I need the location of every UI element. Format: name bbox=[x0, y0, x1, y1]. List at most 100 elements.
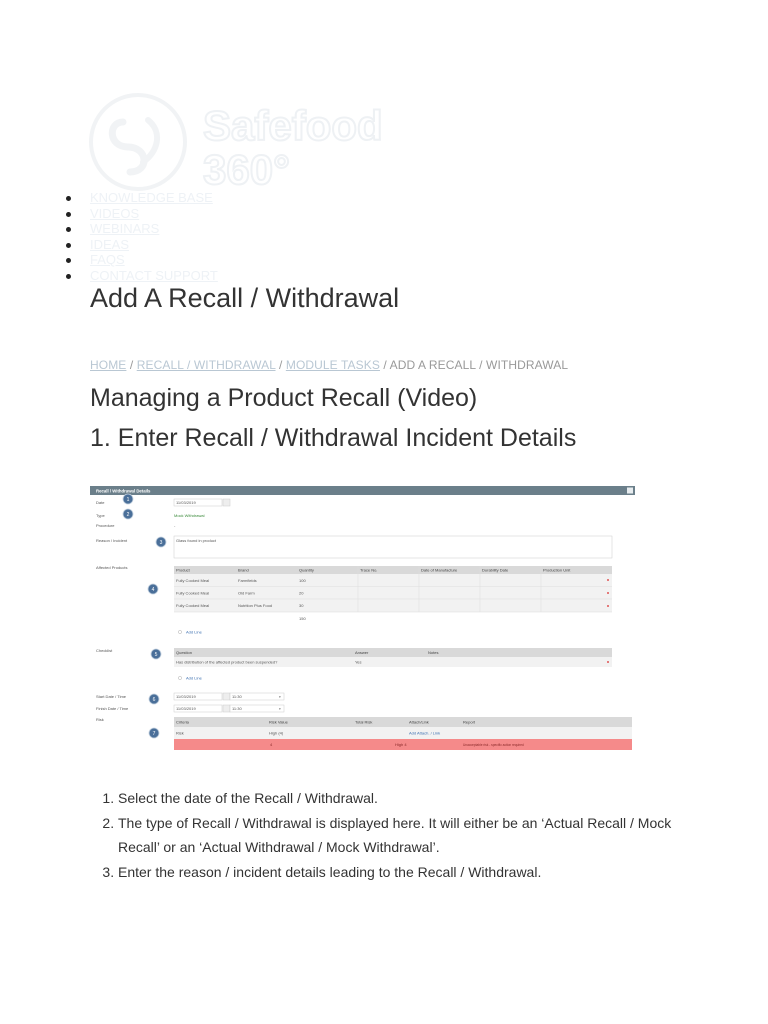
checklist-col-question: Question bbox=[176, 650, 192, 655]
risk-row bbox=[174, 727, 632, 739]
products-add-line[interactable]: Add Line bbox=[186, 630, 203, 635]
marker-2-label: 2 bbox=[127, 512, 130, 518]
checklist-question: Has distribution of the affected product… bbox=[176, 660, 278, 665]
risk-criteria: Risk bbox=[176, 731, 184, 736]
breadcrumb-separator: / bbox=[126, 358, 137, 372]
logo-line2: 360° bbox=[203, 146, 290, 193]
form-header-bar bbox=[90, 486, 635, 495]
nav-link-ideas[interactable]: IDEAS bbox=[90, 237, 129, 252]
checklist-col-notes: Notes bbox=[428, 650, 438, 655]
nav-item: WEBINARS bbox=[60, 221, 218, 237]
list-item: Select the date of the Recall / Withdraw… bbox=[118, 786, 698, 810]
add-line-icon[interactable] bbox=[178, 630, 182, 634]
risk-total-report: Unacceptable risk - specific action requ… bbox=[463, 743, 524, 747]
delete-row-icon[interactable] bbox=[607, 661, 609, 663]
calendar-icon[interactable] bbox=[222, 704, 231, 713]
breadcrumb: HOME / RECALL / WITHDRAWAL / MODULE TASK… bbox=[90, 358, 568, 372]
nav-link-webinars[interactable]: WEBINARS bbox=[90, 221, 159, 236]
safefood-logo-mark: Safefood 360° bbox=[89, 93, 384, 194]
table-row: 20 bbox=[299, 591, 304, 596]
marker-7-label: 7 bbox=[153, 731, 156, 737]
nav-item: IDEAS bbox=[60, 237, 218, 253]
label-checklist: Checklist bbox=[96, 648, 113, 653]
label-date: Date bbox=[96, 500, 105, 505]
steps-list: Select the date of the Recall / Withdraw… bbox=[90, 786, 698, 885]
logo-line1: Safefood bbox=[203, 102, 383, 149]
table-row: Fully Cooked Meal bbox=[176, 591, 209, 596]
type-value: Mock Withdrawal bbox=[174, 513, 205, 518]
checklist-add-line[interactable]: Add Line bbox=[186, 676, 203, 681]
checklist-table-header bbox=[174, 648, 612, 657]
nav-item: FAQS bbox=[60, 252, 218, 268]
breadcrumb-separator: / bbox=[379, 358, 390, 372]
breadcrumb-separator: / bbox=[275, 358, 286, 372]
label-procedure: Procedure bbox=[96, 523, 115, 528]
start-time-value: 11:30 bbox=[232, 694, 242, 699]
delete-row-icon[interactable] bbox=[607, 579, 609, 581]
breadcrumb-recall-withdrawal[interactable]: RECALL / WITHDRAWAL bbox=[137, 358, 276, 372]
marker-4-label: 4 bbox=[152, 587, 155, 593]
marker-3-label: 3 bbox=[160, 540, 163, 546]
risk-col-value: Risk Value bbox=[269, 720, 289, 725]
risk-attach-link[interactable]: Add Attach. / Link bbox=[409, 731, 440, 736]
products-col-trace: Trace No. bbox=[360, 568, 377, 573]
add-line-icon[interactable] bbox=[178, 676, 182, 680]
products-col-brand: Brand bbox=[238, 568, 249, 573]
table-row: Fully Cooked Meal bbox=[176, 603, 209, 608]
risk-col-total: Total Risk bbox=[355, 720, 372, 725]
table-row: Fully Cooked Meal bbox=[176, 578, 209, 583]
products-col-product: Product bbox=[176, 568, 191, 573]
safefood-logo[interactable]: Safefood 360° bbox=[88, 92, 408, 194]
label-affected-products: Affected Products bbox=[96, 565, 128, 570]
label-risk: Risk bbox=[96, 717, 104, 722]
list-item: The type of Recall / Withdrawal is displ… bbox=[118, 811, 698, 859]
nav-item: KNOWLEDGE BASE bbox=[60, 190, 218, 206]
start-date-value: 11/03/2019 bbox=[176, 694, 196, 699]
recall-form-screenshot: Recall / Withdrawal Details Date Type Pr… bbox=[90, 486, 635, 750]
breadcrumb-home[interactable]: HOME bbox=[90, 358, 126, 372]
label-finish-datetime: Finish Date / Time bbox=[96, 706, 129, 711]
procedure-value: - bbox=[174, 523, 176, 528]
breadcrumb-module-tasks[interactable]: MODULE TASKS bbox=[286, 358, 380, 372]
nav-link-faqs[interactable]: FAQS bbox=[90, 252, 125, 267]
delete-row-icon[interactable] bbox=[607, 592, 609, 594]
products-col-unit: Production Unit bbox=[543, 568, 571, 573]
checklist-answer: Yes bbox=[355, 660, 362, 665]
label-reason: Reason / Incident bbox=[96, 538, 128, 543]
table-row: 100 bbox=[299, 578, 306, 583]
risk-col-attach: Attach/Link bbox=[409, 720, 429, 725]
products-col-durability: Durability Date bbox=[482, 568, 509, 573]
finish-time-value: 11:30 bbox=[232, 706, 242, 711]
collapse-button[interactable] bbox=[627, 487, 633, 494]
chevron-down-icon: ▾ bbox=[279, 695, 281, 699]
marker-5-label: 5 bbox=[155, 652, 158, 658]
reason-value: Glass found in product bbox=[176, 538, 217, 543]
breadcrumb-current: ADD A RECALL / WITHDRAWAL bbox=[389, 358, 569, 372]
section-heading-video: Managing a Product Recall (Video) bbox=[90, 384, 478, 412]
section-heading-step1: 1. Enter Recall / Withdrawal Incident De… bbox=[90, 424, 577, 452]
nav-item: CONTACT SUPPORT bbox=[60, 268, 218, 284]
finish-date-value: 11/03/2019 bbox=[176, 706, 196, 711]
chevron-down-icon: ▾ bbox=[279, 707, 281, 711]
checklist-col-answer: Answer bbox=[355, 650, 369, 655]
nav-link-videos[interactable]: VIDEOS bbox=[90, 206, 139, 221]
label-type: Type bbox=[96, 513, 105, 518]
products-col-quantity: Quantity bbox=[299, 568, 314, 573]
delete-row-icon[interactable] bbox=[607, 605, 609, 607]
label-start-datetime: Start Date / Time bbox=[96, 694, 127, 699]
risk-col-criteria: Criteria bbox=[176, 720, 190, 725]
calendar-icon[interactable] bbox=[222, 692, 231, 701]
table-row: Old Farm bbox=[238, 591, 255, 596]
reason-textarea[interactable] bbox=[173, 535, 613, 559]
nav-link-knowledge-base[interactable]: KNOWLEDGE BASE bbox=[90, 190, 213, 205]
marker-1-label: 1 bbox=[127, 497, 130, 503]
products-total: 150 bbox=[299, 616, 306, 621]
date-value: 11/03/2019 bbox=[176, 500, 196, 505]
risk-value: High (4) bbox=[269, 731, 284, 736]
form-header-title: Recall / Withdrawal Details bbox=[96, 489, 151, 494]
products-col-manufacture: Date of Manufacture bbox=[421, 568, 458, 573]
nav-link-contact-support[interactable]: CONTACT SUPPORT bbox=[90, 268, 218, 283]
page-title: Add A Recall / Withdrawal bbox=[90, 283, 400, 313]
calendar-icon[interactable] bbox=[222, 498, 231, 507]
table-row: Nutrition Plus Food bbox=[238, 603, 272, 608]
